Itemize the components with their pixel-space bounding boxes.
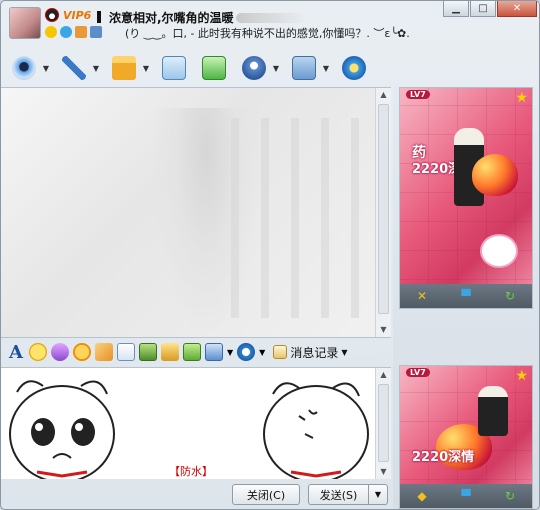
- name-fade: [235, 13, 306, 23]
- close-window-button[interactable]: ✕: [497, 1, 537, 17]
- input-scroll-up-icon[interactable]: ▲: [376, 368, 391, 382]
- history-caret-icon: ▼: [341, 347, 348, 357]
- rotate-icon[interactable]: ↻: [501, 288, 519, 304]
- background-photo-detail: [231, 118, 371, 318]
- show-panel: LV7 ★ 药 2220深情 ✕ ▀ ↻ LV7 ★ 2220深情 ◆ ▀ ↻: [393, 87, 539, 509]
- my-avatar-figure: [478, 386, 508, 436]
- image-icon[interactable]: [139, 343, 157, 361]
- close-button[interactable]: 关闭(C): [232, 484, 300, 505]
- folder-icon: [112, 56, 136, 80]
- contact-avatar[interactable]: [9, 7, 41, 39]
- my-outfit-icon[interactable]: ▀: [457, 488, 475, 504]
- history-icon: [273, 345, 288, 359]
- magic-emoji-icon[interactable]: [51, 343, 69, 361]
- penguin-small-icon[interactable]: [75, 26, 87, 38]
- expand-icon[interactable]: ◆: [413, 488, 431, 504]
- scribble-icon[interactable]: [117, 343, 135, 361]
- webcam-button[interactable]: [9, 53, 39, 83]
- fang-shui-text: 【防水】: [169, 465, 213, 478]
- music-icon[interactable]: [161, 343, 179, 361]
- wallet-icon[interactable]: [237, 343, 256, 361]
- contact-show-avatar[interactable]: LV7 ★ 药 2220深情 ✕ ▀ ↻: [399, 87, 533, 309]
- status-message: (り ‿‿。口, - 此时我有种说不出的感觉,你懂吗？. ︶ε╰✿.: [125, 27, 410, 40]
- webcam-menu-icon[interactable]: ▼: [41, 64, 51, 73]
- contact-name: 浓意相对,尔嘴角的温暖: [97, 9, 306, 26]
- message-history[interactable]: ▲ ▼: [1, 87, 391, 338]
- screenshot-menu-icon[interactable]: ▼: [227, 348, 233, 357]
- scroll-thumb[interactable]: [378, 104, 389, 314]
- email-icon: [162, 56, 186, 80]
- crying-face-sticker: [9, 380, 115, 479]
- app-settings-icon: [292, 56, 316, 80]
- voice-button[interactable]: [59, 53, 89, 83]
- shrink-icon[interactable]: ✕: [413, 288, 431, 304]
- maximize-button[interactable]: □: [470, 1, 496, 17]
- app-button[interactable]: [289, 53, 319, 83]
- vip-label: VIP6: [63, 8, 92, 22]
- tools-icon: [242, 56, 266, 80]
- send-file-menu-icon[interactable]: ▼: [141, 64, 151, 73]
- input-scrollbar[interactable]: ▲ ▼: [375, 368, 391, 479]
- level-badge: LV7: [406, 90, 430, 99]
- qq-penguin-icon: [45, 8, 59, 22]
- voice-message-icon[interactable]: [95, 343, 113, 361]
- verified-icon[interactable]: [90, 26, 102, 38]
- my-show-avatar[interactable]: LV7 ★ 2220深情 ◆ ▀ ↻: [399, 365, 533, 509]
- scroll-up-icon[interactable]: ▲: [376, 88, 391, 102]
- star-status-icon[interactable]: [45, 26, 57, 38]
- voice-menu-icon[interactable]: ▼: [91, 64, 101, 73]
- send-file-button[interactable]: [109, 53, 139, 83]
- message-history-button[interactable]: 消息记录 ▼: [273, 344, 347, 361]
- chat-window: VIP6 浓意相对,尔嘴角的温暖 (り ‿‿。口, - 此时我有种说不出的感觉,…: [0, 0, 540, 510]
- history-label: 消息记录: [290, 345, 339, 360]
- webcam-icon: [12, 56, 36, 80]
- message-input[interactable]: 【防水】 ▲ ▼: [1, 367, 391, 479]
- my-show-caption: 2220深情: [412, 450, 475, 465]
- status-badges: [45, 25, 102, 39]
- input-scroll-thumb[interactable]: [378, 384, 389, 462]
- search-icon[interactable]: [60, 26, 72, 38]
- my-level-badge: LV7: [406, 368, 430, 377]
- refresh-globe-icon: [342, 56, 366, 80]
- game-button[interactable]: [339, 53, 369, 83]
- bunny-decoration-icon: [480, 234, 518, 268]
- gift-icon[interactable]: [183, 343, 201, 361]
- send-button[interactable]: 发送(S): [308, 484, 368, 505]
- input-scroll-down-icon[interactable]: ▼: [376, 465, 391, 479]
- outfit-icon[interactable]: ▀: [457, 288, 475, 304]
- level-star-icon: ★: [515, 90, 528, 106]
- my-level-star-icon: ★: [515, 368, 528, 384]
- vip-badge-row: VIP6: [45, 7, 91, 23]
- emoji-icon[interactable]: [29, 343, 47, 361]
- microphone-icon: [62, 56, 86, 80]
- add-contact-icon: [202, 56, 226, 80]
- title-bar: VIP6 浓意相对,尔嘴角的温暖 (り ‿‿。口, - 此时我有种说不出的感觉,…: [1, 1, 539, 47]
- tools-menu-icon[interactable]: ▼: [271, 64, 281, 73]
- show-controls-bottom: ◆ ▀ ↻: [400, 484, 532, 508]
- smug-face-sticker: [263, 382, 369, 479]
- screenshot-icon[interactable]: [205, 343, 223, 361]
- show-controls-top: ✕ ▀ ↻: [400, 284, 532, 308]
- app-menu-icon[interactable]: ▼: [321, 64, 331, 73]
- minimize-button[interactable]: ▁: [443, 1, 469, 17]
- shake-icon[interactable]: [73, 343, 91, 361]
- font-button[interactable]: A: [7, 342, 25, 363]
- heart-decoration-icon: [472, 154, 518, 196]
- main-toolbar: ▼ ▼ ▼ ▼ ▼: [9, 51, 369, 85]
- tools-button[interactable]: [239, 53, 269, 83]
- wallet-menu-icon[interactable]: ▼: [259, 348, 265, 357]
- format-toolbar: A ▼ ▼ 消息记录 ▼: [1, 339, 391, 365]
- action-bar: 关闭(C) 发送(S) ▼: [1, 479, 391, 509]
- create-group-button[interactable]: [199, 53, 229, 83]
- name-marker-icon: [97, 11, 101, 23]
- window-controls: ▁ □ ✕: [443, 1, 537, 17]
- email-button[interactable]: [159, 53, 189, 83]
- send-options-button[interactable]: ▼: [368, 484, 388, 505]
- contact-name-text: 浓意相对,尔嘴角的温暖: [109, 11, 234, 25]
- message-scrollbar[interactable]: ▲ ▼: [375, 88, 391, 337]
- scroll-down-icon[interactable]: ▼: [376, 323, 391, 337]
- my-rotate-icon[interactable]: ↻: [501, 488, 519, 504]
